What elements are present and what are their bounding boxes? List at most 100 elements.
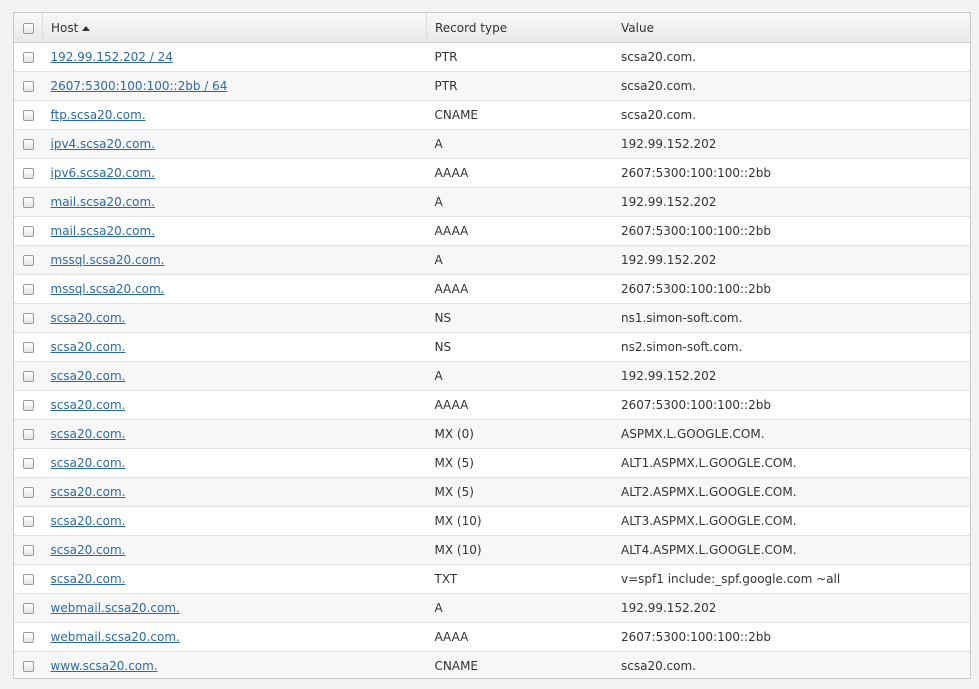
row-checkbox[interactable] <box>22 603 34 614</box>
row-checkbox[interactable] <box>22 487 34 498</box>
row-checkbox[interactable] <box>22 458 34 469</box>
table-row[interactable]: scsa20.com. MX (5) ALT2.ASPMX.L.GOOGLE.COM… <box>14 477 970 507</box>
row-checkbox[interactable] <box>22 313 34 324</box>
row-checkbox[interactable] <box>22 632 34 643</box>
row-checkbox[interactable] <box>22 139 34 150</box>
host-cell: ipv6.scsa20.com. <box>42 158 427 188</box>
value-cell: scsa20.com. <box>613 42 970 72</box>
record-type-cell: PTR <box>426 42 613 72</box>
host-cell: scsa20.com. <box>42 419 427 449</box>
record-type-cell: MX (0) <box>426 419 613 449</box>
host-link[interactable]: www.scsa20.com. <box>51 659 158 673</box>
row-checkbox-cell <box>14 158 43 188</box>
record-type-cell: MX (10) <box>426 506 613 536</box>
row-checkbox[interactable] <box>22 168 34 179</box>
row-checkbox[interactable] <box>22 197 34 208</box>
row-checkbox[interactable] <box>22 371 34 382</box>
record-type-cell: TXT <box>426 564 613 594</box>
host-link[interactable]: ipv6.scsa20.com. <box>51 166 155 180</box>
host-link[interactable]: webmail.scsa20.com. <box>51 601 180 615</box>
row-checkbox-cell <box>14 593 43 623</box>
table-row[interactable]: scsa20.com. NS ns2.simon-soft.com. <box>14 332 970 362</box>
table-row[interactable]: scsa20.com. MX (10) ALT3.ASPMX.L.GOOGLE.CO… <box>14 506 970 536</box>
record-type-cell: A <box>426 187 613 217</box>
row-checkbox[interactable] <box>22 284 34 295</box>
column-header-host-label: Host <box>51 20 79 35</box>
record-type-cell: PTR <box>426 71 613 101</box>
table-row[interactable]: scsa20.com. MX (0) ASPMX.L.GOOGLE.COM. <box>14 419 970 449</box>
value-cell: 192.99.152.202 <box>613 593 970 623</box>
host-link[interactable]: scsa20.com. <box>51 543 126 557</box>
row-checkbox[interactable] <box>22 574 34 585</box>
table-row[interactable]: mail.scsa20.com. A 192.99.152.202 <box>14 187 970 217</box>
host-cell: scsa20.com. <box>42 477 427 507</box>
table-body: 192.99.152.202 / 24 PTR scsa20.com. 2607:53… <box>14 42 970 678</box>
column-header-host[interactable]: Host <box>42 13 427 43</box>
table-row[interactable]: ipv6.scsa20.com. AAAA 2607:5300:100:100::2… <box>14 158 970 188</box>
row-checkbox[interactable] <box>22 255 34 266</box>
row-checkbox-cell <box>14 129 43 159</box>
column-header-record-type[interactable]: Record type <box>426 13 613 43</box>
row-checkbox-cell <box>14 651 43 678</box>
host-link[interactable]: mssql.scsa20.com. <box>51 253 165 267</box>
table-row[interactable]: scsa20.com. AAAA 2607:5300:100:100::2bb <box>14 390 970 420</box>
table-row[interactable]: scsa20.com. TXT v=spf1 include:_spf.google… <box>14 564 970 594</box>
host-link[interactable]: mssql.scsa20.com. <box>51 282 165 296</box>
table-row[interactable]: scsa20.com. MX (10) ALT4.ASPMX.L.GOOGLE.CO… <box>14 535 970 565</box>
row-checkbox[interactable] <box>22 52 34 63</box>
table-row[interactable]: mail.scsa20.com. AAAA 2607:5300:100:100::2… <box>14 216 970 246</box>
row-checkbox[interactable] <box>22 661 34 672</box>
table-row[interactable]: mssql.scsa20.com. A 192.99.152.202 <box>14 245 970 275</box>
column-header-value[interactable]: Value <box>613 13 970 43</box>
row-checkbox[interactable] <box>22 429 34 440</box>
host-link[interactable]: scsa20.com. <box>51 572 126 586</box>
table-row[interactable]: www.scsa20.com. CNAME scsa20.com. <box>14 651 970 678</box>
table-row[interactable]: webmail.scsa20.com. A 192.99.152.202 <box>14 593 970 623</box>
table-row[interactable]: scsa20.com. MX (5) ALT1.ASPMX.L.GOOGLE.COM… <box>14 448 970 478</box>
host-link[interactable]: scsa20.com. <box>51 340 126 354</box>
host-link[interactable]: scsa20.com. <box>51 369 126 383</box>
host-link[interactable]: scsa20.com. <box>51 456 126 470</box>
host-link[interactable]: ftp.scsa20.com. <box>51 108 146 122</box>
host-link[interactable]: scsa20.com. <box>51 311 126 325</box>
row-checkbox-cell <box>14 216 43 246</box>
row-checkbox[interactable] <box>22 545 34 556</box>
select-all-checkbox[interactable] <box>22 22 34 34</box>
value-cell: 2607:5300:100:100::2bb <box>613 274 970 304</box>
table-row[interactable]: webmail.scsa20.com. AAAA 2607:5300:100:100… <box>14 622 970 652</box>
value-cell: scsa20.com. <box>613 100 970 130</box>
host-link[interactable]: scsa20.com. <box>51 485 126 499</box>
row-checkbox[interactable] <box>22 81 34 92</box>
row-checkbox-cell <box>14 419 43 449</box>
table-row[interactable]: ipv4.scsa20.com. A 192.99.152.202 <box>14 129 970 159</box>
host-cell: scsa20.com. <box>42 332 427 362</box>
table-row[interactable]: mssql.scsa20.com. AAAA 2607:5300:100:100::… <box>14 274 970 304</box>
host-link[interactable]: 2607:5300:100:100::2bb / 64 <box>51 79 228 93</box>
host-link[interactable]: scsa20.com. <box>51 514 126 528</box>
host-link[interactable]: mail.scsa20.com. <box>51 195 156 209</box>
table-row[interactable]: ftp.scsa20.com. CNAME scsa20.com. <box>14 100 970 130</box>
table-row[interactable]: scsa20.com. A 192.99.152.202 <box>14 361 970 391</box>
host-cell: www.scsa20.com. <box>42 651 427 678</box>
table-row[interactable]: scsa20.com. NS ns1.simon-soft.com. <box>14 303 970 333</box>
host-link[interactable]: scsa20.com. <box>51 427 126 441</box>
row-checkbox[interactable] <box>22 342 34 353</box>
host-cell: scsa20.com. <box>42 361 427 391</box>
host-cell: webmail.scsa20.com. <box>42 622 427 652</box>
record-type-cell: CNAME <box>426 651 613 678</box>
dns-records-grid: Host Record type Value 192.99.152.202 / … <box>13 12 971 679</box>
row-checkbox[interactable] <box>22 516 34 527</box>
host-cell: webmail.scsa20.com. <box>42 593 427 623</box>
host-link[interactable]: webmail.scsa20.com. <box>51 630 180 644</box>
host-link[interactable]: mail.scsa20.com. <box>51 224 156 238</box>
row-checkbox[interactable] <box>22 226 34 237</box>
table-row[interactable]: 192.99.152.202 / 24 PTR scsa20.com. <box>14 42 970 72</box>
value-cell: ns1.simon-soft.com. <box>613 303 970 333</box>
host-link[interactable]: ipv4.scsa20.com. <box>51 137 155 151</box>
host-link[interactable]: 192.99.152.202 / 24 <box>51 50 173 64</box>
row-checkbox[interactable] <box>22 110 34 121</box>
row-checkbox[interactable] <box>22 400 34 411</box>
value-cell: ns2.simon-soft.com. <box>613 332 970 362</box>
host-link[interactable]: scsa20.com. <box>51 398 126 412</box>
table-row[interactable]: 2607:5300:100:100::2bb / 64 PTR scsa20.com… <box>14 71 970 101</box>
